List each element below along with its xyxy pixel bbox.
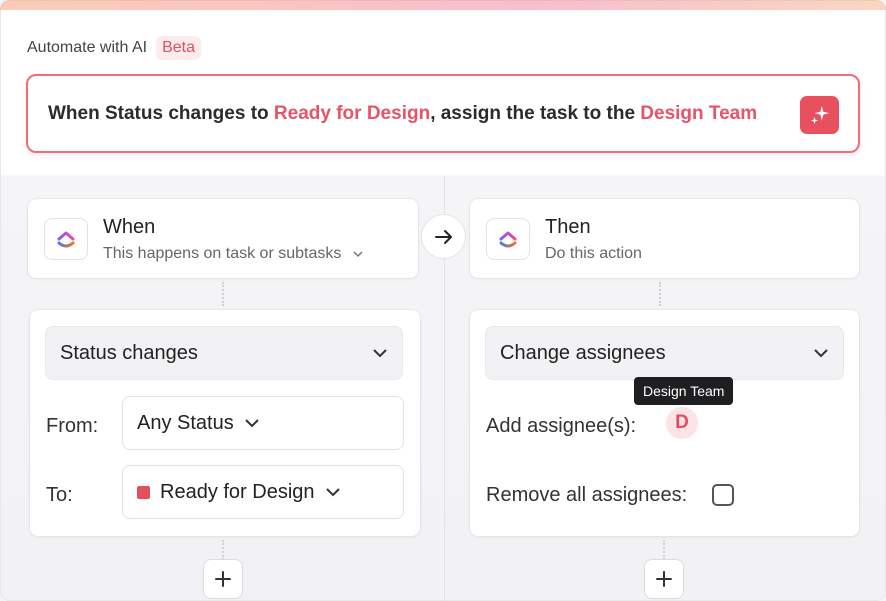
- to-label: To:: [46, 484, 73, 506]
- generate-button[interactable]: [800, 96, 839, 134]
- ai-prompt-input[interactable]: When Status changes to Ready for Design,…: [26, 74, 860, 153]
- from-status-select[interactable]: Any Status: [123, 397, 403, 449]
- header: Automate with AI Beta: [27, 36, 201, 60]
- header-title: Automate with AI: [27, 39, 148, 56]
- to-status-select[interactable]: Ready for Design: [123, 466, 403, 518]
- prompt-status-highlight: Ready for Design: [273, 102, 431, 124]
- sparkle-icon: [810, 105, 829, 125]
- change-assignees-select[interactable]: Change assignees: [486, 327, 843, 379]
- connector-dots-bottom-right: [663, 540, 665, 560]
- trigger-card[interactable]: When This happens on task or subtasks: [28, 199, 418, 278]
- assignee-avatar[interactable]: D: [666, 407, 698, 439]
- plus-icon: [215, 571, 231, 587]
- action-logo: [486, 218, 530, 260]
- add-assignee-label: Add assignee(s):: [486, 415, 637, 437]
- clickup-logo-icon: [57, 231, 75, 248]
- chevron-down-icon: [814, 349, 828, 358]
- chevron-down-icon: [245, 419, 259, 428]
- top-gradient-bar: [0, 0, 886, 10]
- prompt-team-highlight: Design Team: [640, 102, 758, 124]
- connector-dots-right: [659, 282, 661, 306]
- chevron-down-icon: [373, 349, 387, 358]
- prompt-text: When Status changes to Ready for Design,…: [48, 102, 758, 124]
- trigger-title: When: [103, 216, 156, 238]
- clickup-logo-icon: [499, 231, 517, 248]
- trigger-subtitle[interactable]: This happens on task or subtasks: [103, 245, 364, 263]
- action-card[interactable]: Then Do this action: [470, 199, 859, 278]
- connector-dots-bottom-left: [222, 540, 224, 560]
- status-color-swatch: [137, 485, 150, 499]
- assignee-tooltip: Design Team: [634, 377, 734, 405]
- action-subtitle: Do this action: [545, 245, 642, 262]
- trigger-logo: [44, 218, 88, 260]
- from-label: From:: [46, 415, 99, 437]
- chevron-down-icon: [325, 488, 340, 497]
- add-condition-button[interactable]: [204, 560, 242, 598]
- status-changes-select[interactable]: Status changes: [46, 327, 402, 379]
- add-action-button[interactable]: [645, 560, 683, 598]
- connector-arrow: [422, 215, 465, 258]
- chevron-down-icon: [353, 251, 363, 257]
- beta-badge: Beta: [156, 36, 201, 60]
- remove-assignees-label: Remove all assignees:: [486, 484, 688, 506]
- remove-assignees-checkbox[interactable]: [712, 484, 734, 506]
- connector-dots-left: [222, 282, 224, 306]
- plus-icon: [656, 571, 672, 587]
- action-title: Then: [545, 216, 591, 238]
- arrow-right-icon: [434, 229, 452, 244]
